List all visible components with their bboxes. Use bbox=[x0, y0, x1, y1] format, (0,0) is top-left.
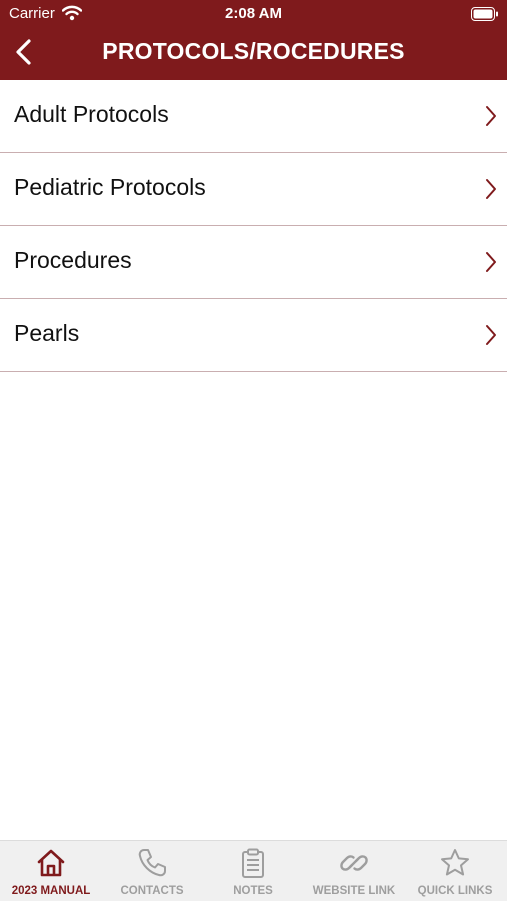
tab-website-link[interactable]: WEBSITE LINK bbox=[303, 841, 405, 901]
status-time: 2:08 AM bbox=[225, 5, 282, 22]
tab-quick-links[interactable]: QUICK LINKS bbox=[404, 841, 506, 901]
tab-label: NOTES bbox=[233, 885, 273, 897]
list-item-adult-protocols[interactable]: Adult Protocols bbox=[0, 80, 507, 153]
list-item-procedures[interactable]: Procedures bbox=[0, 226, 507, 299]
list-item-pediatric-protocols[interactable]: Pediatric Protocols bbox=[0, 153, 507, 226]
nav-bar: PROTOCOLS/ROCEDURES bbox=[0, 28, 507, 80]
chevron-right-icon bbox=[485, 251, 497, 278]
app-header: Carrier 2:08 AM PROTOCOLS/ROCEDURES bbox=[0, 0, 507, 80]
chevron-right-icon bbox=[485, 324, 497, 351]
chevron-right-icon bbox=[485, 178, 497, 205]
list-item-label: Pearls bbox=[14, 320, 80, 346]
tab-label: QUICK LINKS bbox=[417, 885, 493, 897]
tab-label: 2023 MANUAL bbox=[11, 885, 91, 897]
page-title: PROTOCOLS/ROCEDURES bbox=[102, 38, 405, 64]
status-bar: Carrier 2:08 AM bbox=[0, 0, 507, 28]
tab-label: WEBSITE LINK bbox=[312, 885, 396, 897]
tab-notes[interactable]: NOTES bbox=[202, 841, 304, 901]
menu-list: Adult Protocols Pediatric Protocols Proc… bbox=[0, 80, 507, 372]
battery-icon bbox=[471, 7, 499, 26]
chevron-right-icon bbox=[485, 105, 497, 132]
tab-bar: 2023 MANUAL CONTACTS NOTES WEBSITE LINK … bbox=[0, 840, 507, 901]
list-item-label: Pediatric Protocols bbox=[14, 174, 206, 200]
tab-contacts[interactable]: CONTACTS bbox=[101, 841, 203, 901]
list-item-label: Adult Protocols bbox=[14, 101, 169, 127]
list-item-pearls[interactable]: Pearls bbox=[0, 299, 507, 372]
list-item-label: Procedures bbox=[14, 247, 132, 273]
tab-2023-manual[interactable]: 2023 MANUAL bbox=[0, 841, 102, 901]
tab-label: CONTACTS bbox=[120, 885, 184, 897]
